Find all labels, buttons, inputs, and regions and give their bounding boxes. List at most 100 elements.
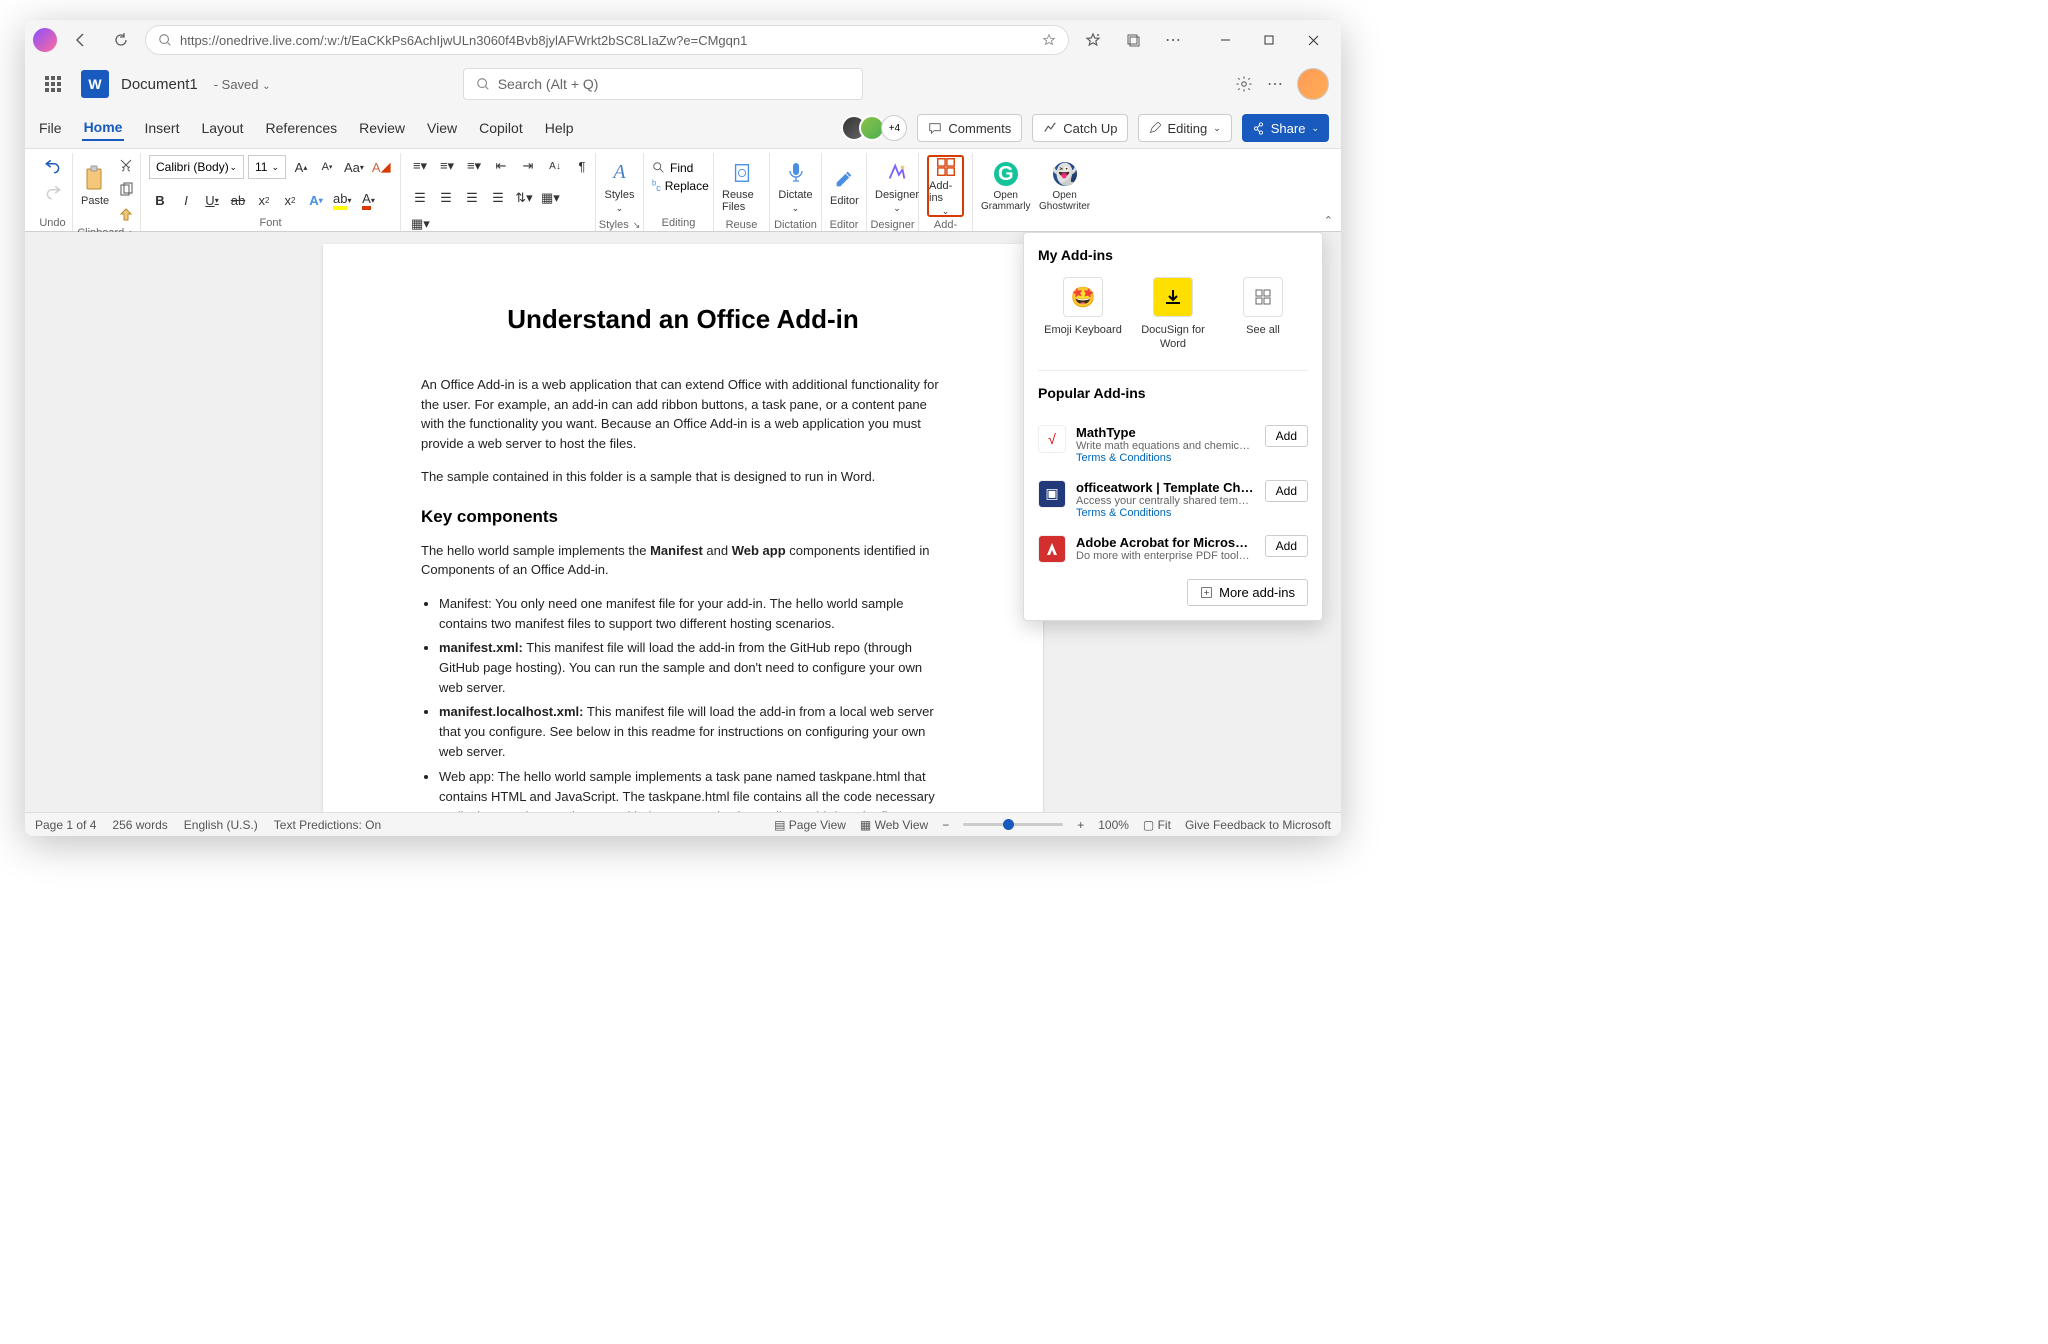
more-options[interactable]: ⋯	[1267, 74, 1283, 94]
font-family-select[interactable]: Calibri (Body)⌄	[149, 155, 244, 179]
strikethrough-button[interactable]: ab	[227, 189, 249, 211]
copy-button[interactable]	[115, 179, 137, 201]
italic-button[interactable]: I	[175, 189, 197, 211]
bullets-button[interactable]: ≡▾	[409, 155, 431, 177]
favorites-button[interactable]	[1077, 24, 1109, 56]
editor-button[interactable]: Editor	[830, 155, 859, 217]
sort-button[interactable]: A↓	[544, 155, 566, 177]
tab-home[interactable]: Home	[82, 115, 125, 141]
favorite-icon[interactable]	[1042, 33, 1056, 47]
tab-file[interactable]: File	[37, 116, 64, 140]
grammarly-button[interactable]: GOpen Grammarly	[981, 155, 1030, 217]
highlight-color[interactable]: ab▾	[331, 189, 353, 211]
back-button[interactable]	[65, 24, 97, 56]
numbering-button[interactable]: ≡▾	[436, 155, 458, 177]
comments-button[interactable]: Comments	[917, 114, 1022, 142]
tab-references[interactable]: References	[264, 116, 340, 140]
ghostwriter-button[interactable]: 👻Open Ghostwriter	[1039, 155, 1090, 217]
close-button[interactable]	[1293, 24, 1333, 56]
replace-button[interactable]: ᵇcReplace	[652, 179, 709, 193]
cut-button[interactable]	[115, 155, 137, 177]
settings-button[interactable]	[1235, 75, 1253, 93]
find-button[interactable]: Find	[652, 161, 693, 175]
user-avatar[interactable]	[1297, 68, 1329, 100]
web-view-button[interactable]: ▦ Web View	[860, 818, 928, 832]
paste-button[interactable]: Paste	[81, 155, 109, 217]
more-addins-button[interactable]: More add-ins	[1187, 579, 1308, 606]
adobe-icon	[1038, 535, 1066, 563]
editing-mode-button[interactable]: Editing ⌄	[1138, 114, 1231, 142]
show-marks[interactable]: ¶	[571, 155, 593, 177]
tab-copilot[interactable]: Copilot	[477, 116, 525, 140]
superscript-button[interactable]: x2	[279, 189, 301, 211]
format-painter-button[interactable]	[115, 203, 137, 225]
word-count[interactable]: 256 words	[112, 818, 167, 832]
adobe-add-button[interactable]: Add	[1265, 535, 1308, 557]
justify[interactable]: ☰	[487, 187, 509, 209]
profile-avatar[interactable]	[33, 28, 57, 52]
underline-button[interactable]: U▾	[201, 189, 223, 211]
reuse-files-button[interactable]: Reuse Files	[722, 155, 761, 217]
text-effects[interactable]: A▾	[305, 189, 327, 211]
catchup-button[interactable]: Catch Up	[1032, 114, 1128, 142]
address-bar[interactable]: https://onedrive.live.com/:w:/t/EaCKkPs6…	[145, 25, 1069, 55]
minimize-button[interactable]	[1205, 24, 1245, 56]
maximize-button[interactable]	[1249, 24, 1289, 56]
addin-docusign[interactable]: DocuSign for Word	[1133, 277, 1213, 352]
mathtype-add-button[interactable]: Add	[1265, 425, 1308, 447]
share-button[interactable]: Share ⌄	[1242, 114, 1329, 142]
increase-indent[interactable]: ⇥	[517, 155, 539, 177]
shrink-font[interactable]: A▾	[316, 156, 338, 178]
tab-review[interactable]: Review	[357, 116, 407, 140]
language-indicator[interactable]: English (U.S.)	[184, 818, 258, 832]
align-left[interactable]: ☰	[409, 187, 431, 209]
zoom-level[interactable]: 100%	[1098, 818, 1129, 832]
text-predictions[interactable]: Text Predictions: On	[274, 818, 381, 832]
addins-button[interactable]: Add-ins⌄	[927, 155, 964, 217]
browser-menu-button[interactable]: ⋯	[1157, 24, 1189, 56]
save-status[interactable]: - Saved ⌄	[214, 77, 271, 92]
tab-help[interactable]: Help	[543, 116, 576, 140]
document-page[interactable]: Understand an Office Add-in An Office Ad…	[323, 244, 1043, 812]
tab-view[interactable]: View	[425, 116, 459, 140]
redo-button[interactable]	[42, 181, 64, 203]
multilevel-list[interactable]: ≡▾	[463, 155, 485, 177]
change-case[interactable]: Aa▾	[342, 156, 366, 178]
grow-font[interactable]: A▴	[290, 156, 312, 178]
tab-layout[interactable]: Layout	[199, 116, 245, 140]
page-indicator[interactable]: Page 1 of 4	[35, 818, 96, 832]
document-name[interactable]: Document1	[121, 76, 198, 93]
shading[interactable]: ▦▾	[539, 187, 562, 209]
refresh-button[interactable]	[105, 24, 137, 56]
presence-indicators[interactable]: +4	[849, 115, 907, 141]
mathtype-terms-link[interactable]: Terms & Conditions	[1076, 452, 1255, 464]
undo-button[interactable]	[42, 155, 64, 177]
dictate-button[interactable]: Dictate⌄	[778, 155, 813, 217]
collapse-ribbon[interactable]: ⌃	[1324, 214, 1333, 227]
fit-button[interactable]: ▢ Fit	[1143, 818, 1171, 832]
font-size-select[interactable]: 11⌄	[248, 155, 286, 179]
tab-insert[interactable]: Insert	[142, 116, 181, 140]
zoom-slider[interactable]	[963, 823, 1063, 826]
designer-button[interactable]: Designer⌄	[875, 155, 919, 217]
officeatwork-add-button[interactable]: Add	[1265, 480, 1308, 502]
addin-emoji-keyboard[interactable]: 🤩Emoji Keyboard	[1043, 277, 1123, 352]
font-color[interactable]: A▾	[357, 189, 379, 211]
app-search[interactable]: Search (Alt + Q)	[463, 68, 863, 100]
clear-formatting[interactable]: A◢	[370, 156, 393, 178]
zoom-in[interactable]: +	[1077, 818, 1084, 832]
bold-button[interactable]: B	[149, 189, 171, 211]
app-launcher[interactable]	[37, 68, 69, 100]
officeatwork-terms-link[interactable]: Terms & Conditions	[1076, 507, 1255, 519]
zoom-out[interactable]: −	[942, 818, 949, 832]
page-view-button[interactable]: ▤ Page View	[774, 818, 846, 832]
collections-button[interactable]	[1117, 24, 1149, 56]
line-spacing[interactable]: ⇅▾	[513, 187, 535, 209]
align-right[interactable]: ☰	[461, 187, 483, 209]
addin-see-all[interactable]: See all	[1223, 277, 1303, 352]
subscript-button[interactable]: x2	[253, 189, 275, 211]
decrease-indent[interactable]: ⇤	[490, 155, 512, 177]
align-center[interactable]: ☰	[435, 187, 457, 209]
styles-button[interactable]: AStyles⌄	[604, 155, 635, 217]
feedback-link[interactable]: Give Feedback to Microsoft	[1185, 818, 1331, 832]
